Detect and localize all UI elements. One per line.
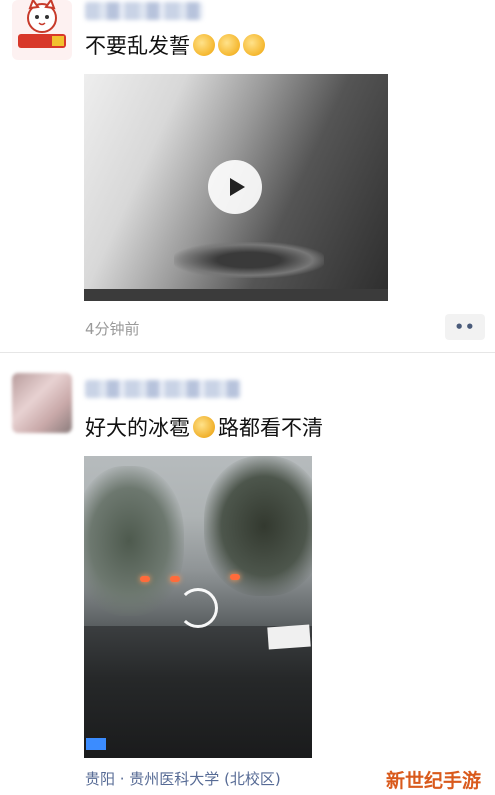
laughing-emoji-icon [218, 34, 240, 56]
post-time: 4分钟前 [85, 320, 140, 338]
laughing-emoji-icon [193, 34, 215, 56]
post-text-part-2: 路都看不清 [218, 416, 323, 440]
video-thumbnail[interactable] [84, 456, 312, 758]
dashboard-edge [84, 289, 388, 301]
site-watermark: 新世纪手游 [386, 770, 482, 792]
post-text: 好大的冰雹 路都看不清 [85, 412, 323, 442]
play-icon[interactable] [208, 160, 262, 214]
blurred-username[interactable] [85, 380, 241, 398]
cat-avatar-icon [18, 0, 66, 48]
tail-light [140, 576, 150, 582]
blurred-username[interactable] [85, 2, 203, 20]
laughing-emoji-icon [243, 34, 265, 56]
paper-on-dashboard [267, 624, 311, 650]
location-link[interactable]: 贵阳 · 贵州医科大学 (北校区) [85, 768, 281, 789]
play-triangle [229, 178, 245, 196]
more-options-button[interactable]: •• [445, 314, 485, 340]
video-thumbnail[interactable] [84, 74, 388, 301]
blurred-avatar[interactable] [12, 373, 72, 433]
tree-shape [204, 456, 312, 596]
crying-emoji-icon [193, 416, 215, 438]
wiper-shape [174, 242, 324, 278]
post-text: 不要乱发誓 [85, 30, 265, 60]
car-screen [86, 738, 106, 750]
post-text-part-1: 好大的冰雹 [85, 416, 190, 440]
loading-spinner-icon [178, 588, 218, 628]
tree-shape [84, 466, 184, 616]
tail-light [170, 576, 180, 582]
tail-light [230, 574, 240, 580]
cat-sticker-avatar[interactable] [12, 0, 72, 60]
post-text-content: 不要乱发誓 [85, 34, 190, 58]
